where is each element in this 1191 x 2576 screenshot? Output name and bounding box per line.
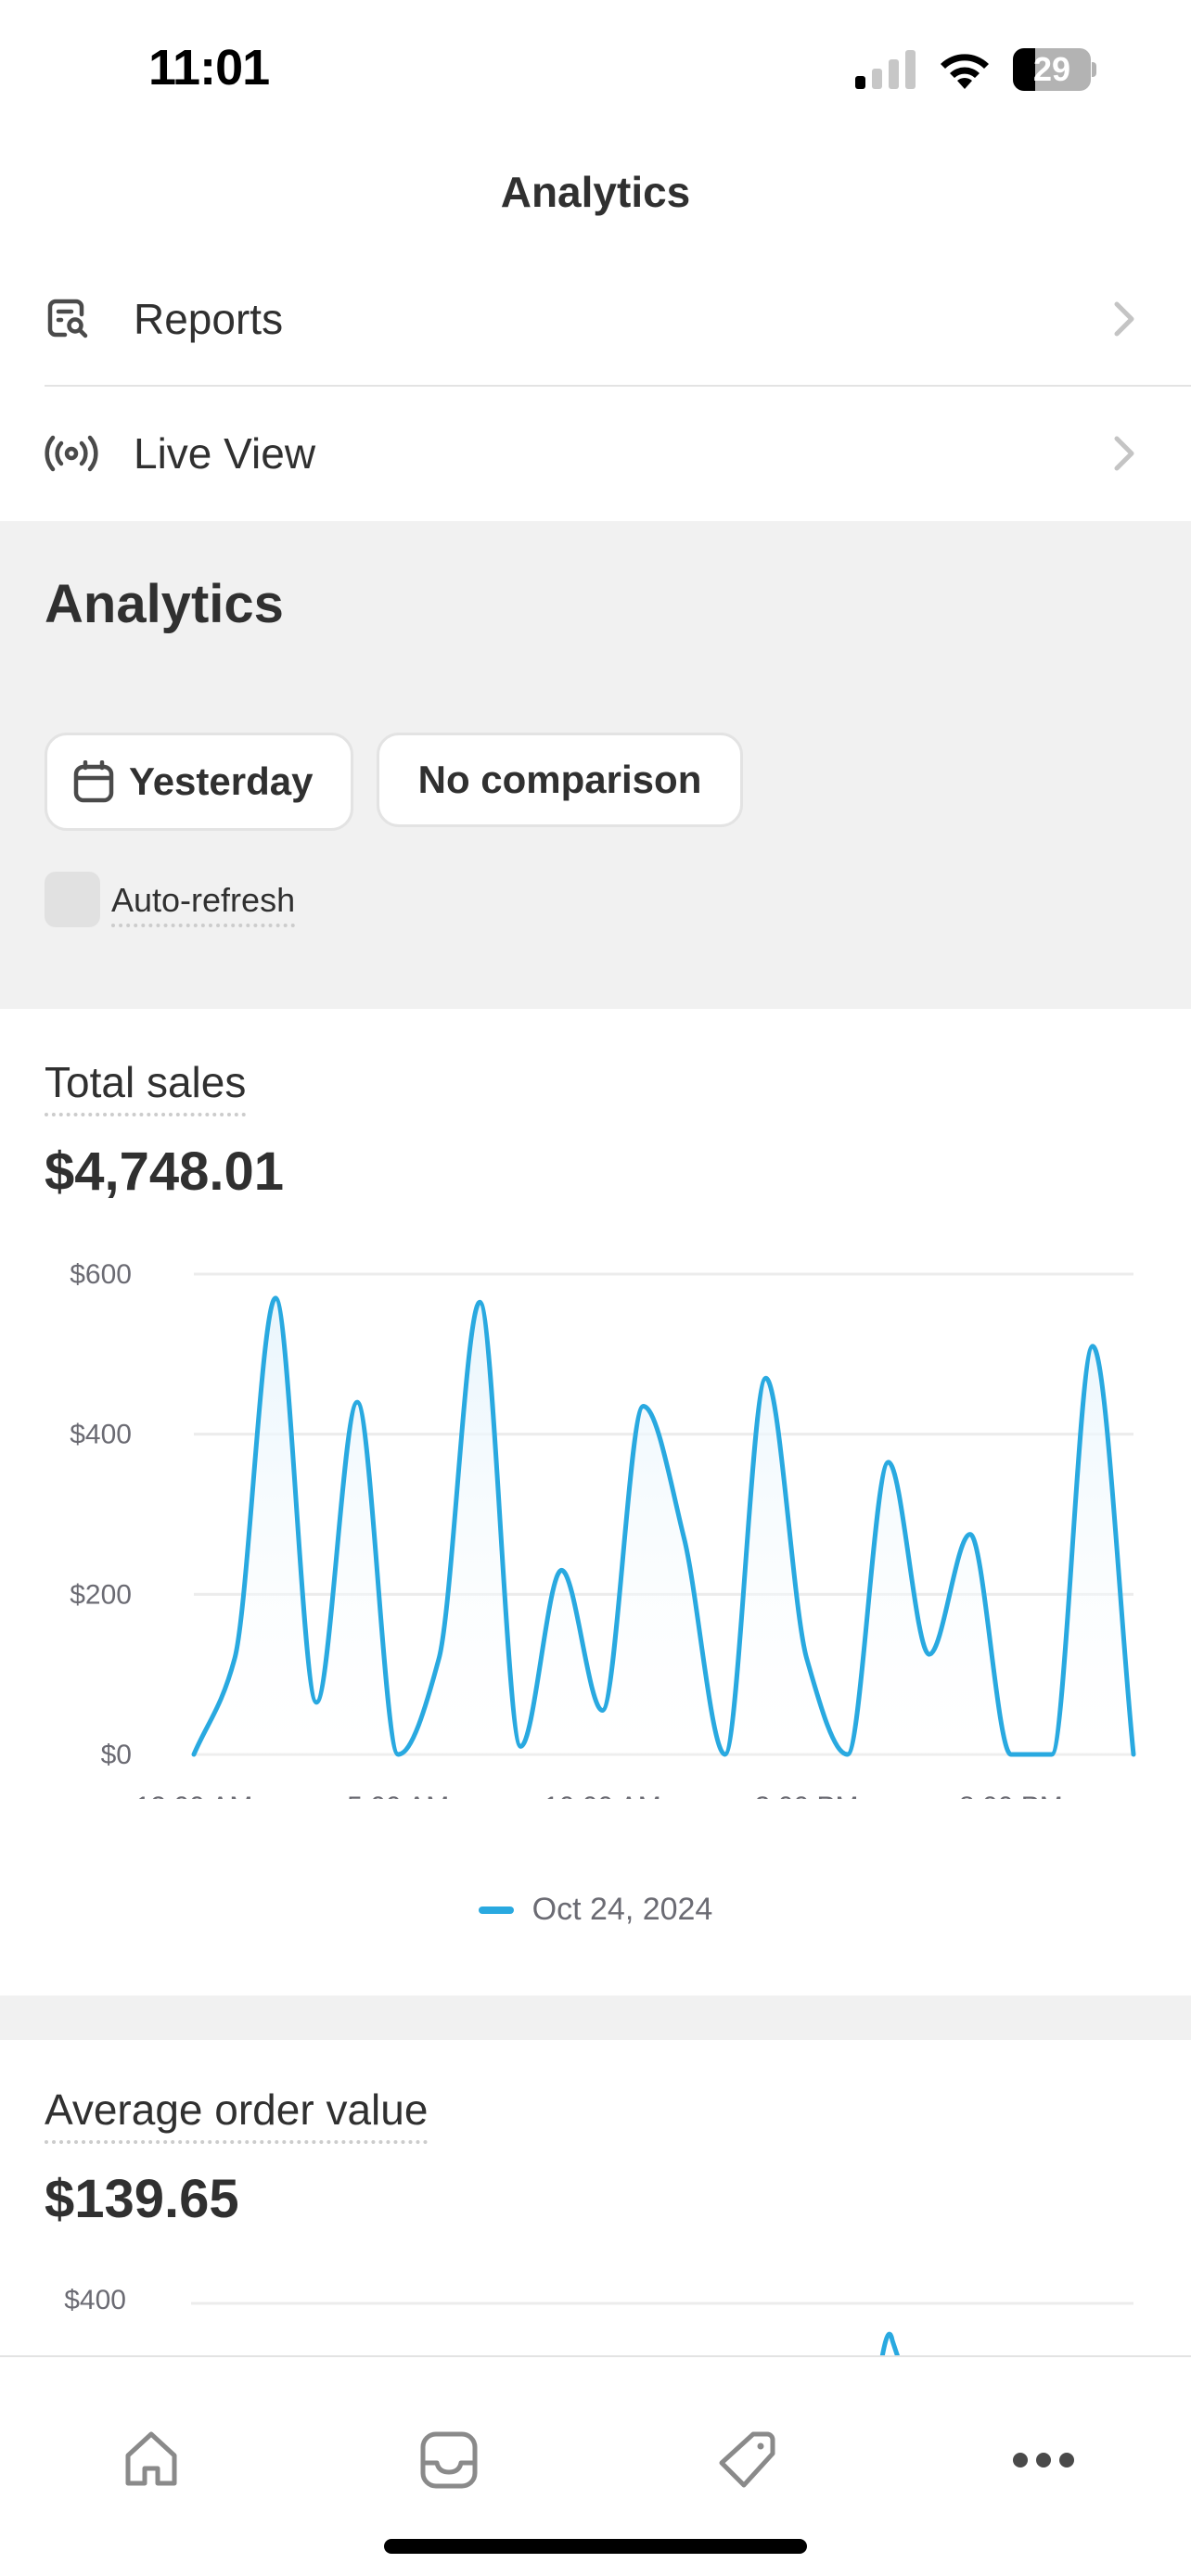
chevron-right-icon bbox=[1114, 301, 1134, 337]
aov-value: $139.65 bbox=[45, 2169, 239, 2229]
auto-refresh-label[interactable]: Auto-refresh bbox=[111, 881, 296, 927]
battery-percent: 29 bbox=[1032, 50, 1071, 88]
aov-title[interactable]: Average order value bbox=[45, 2085, 429, 2144]
x-tick-label: 8:00 PM bbox=[959, 1792, 1063, 1799]
sales-area-fill bbox=[194, 1297, 1133, 1754]
comparison-button[interactable]: No comparison bbox=[377, 733, 743, 827]
date-range-label: Yesterday bbox=[129, 759, 314, 803]
status-bar: 11:01 29 bbox=[0, 0, 1191, 139]
report-search-icon bbox=[45, 292, 98, 346]
aov-y-tick: $400 bbox=[64, 2285, 126, 2315]
home-icon bbox=[125, 2431, 177, 2486]
x-tick-label: 5:00 AM bbox=[347, 1792, 449, 1799]
home-indicator[interactable] bbox=[384, 2539, 807, 2554]
y-tick-label: $200 bbox=[70, 1579, 132, 1610]
analytics-filter-section: Analytics Yesterday No comparison Auto-r… bbox=[0, 521, 1191, 1009]
tab-home[interactable] bbox=[119, 2428, 184, 2493]
battery-icon: 29 bbox=[1013, 48, 1096, 91]
menu-item-label: Live View bbox=[134, 429, 316, 478]
section-heading: Analytics bbox=[45, 574, 284, 634]
menu-item-label: Reports bbox=[134, 295, 284, 343]
chevron-right-icon bbox=[1114, 436, 1134, 471]
section-divider bbox=[0, 1996, 1191, 2040]
more-icon bbox=[1013, 2453, 1074, 2468]
menu-item-reports[interactable]: Reports bbox=[45, 253, 1191, 387]
chart-legend: Oct 24, 2024 bbox=[0, 1892, 1191, 1928]
live-broadcast-icon bbox=[45, 427, 98, 480]
total-sales-value: $4,748.01 bbox=[45, 1141, 285, 1202]
aov-chart: $400 bbox=[64, 2285, 1133, 2355]
wifi-icon bbox=[941, 54, 989, 89]
tab-products[interactable] bbox=[714, 2428, 779, 2493]
date-range-button[interactable]: Yesterday bbox=[45, 733, 353, 831]
inbox-icon bbox=[420, 2431, 478, 2489]
tab-orders[interactable] bbox=[416, 2428, 481, 2493]
x-tick-label: 10:00 AM bbox=[544, 1792, 661, 1799]
comparison-label: No comparison bbox=[417, 758, 702, 801]
y-tick-label: $400 bbox=[70, 1420, 132, 1450]
aov-line-series bbox=[879, 2331, 900, 2355]
total-sales-chart: $0 $200 $400 $600 12:00 AM 5:00 AM 10:00 AM 3:… bbox=[70, 1259, 1136, 1799]
menu-item-live-view[interactable]: Live View bbox=[45, 387, 1191, 520]
tab-more[interactable] bbox=[1011, 2428, 1076, 2493]
calendar-icon bbox=[73, 760, 114, 803]
legend-label: Oct 24, 2024 bbox=[531, 1892, 713, 1927]
cellular-signal-icon bbox=[855, 50, 918, 89]
legend-swatch bbox=[478, 1906, 514, 1914]
y-tick-label: $600 bbox=[70, 1259, 132, 1290]
x-tick-label: 12:00 AM bbox=[135, 1792, 253, 1799]
x-tick-label: 3:00 PM bbox=[755, 1792, 859, 1799]
total-sales-title[interactable]: Total sales bbox=[45, 1057, 247, 1116]
y-tick-label: $0 bbox=[101, 1740, 132, 1770]
tag-icon bbox=[719, 2431, 775, 2488]
page-title: Analytics bbox=[500, 168, 691, 216]
auto-refresh-checkbox[interactable] bbox=[45, 872, 100, 927]
status-time: 11:01 bbox=[148, 40, 270, 96]
